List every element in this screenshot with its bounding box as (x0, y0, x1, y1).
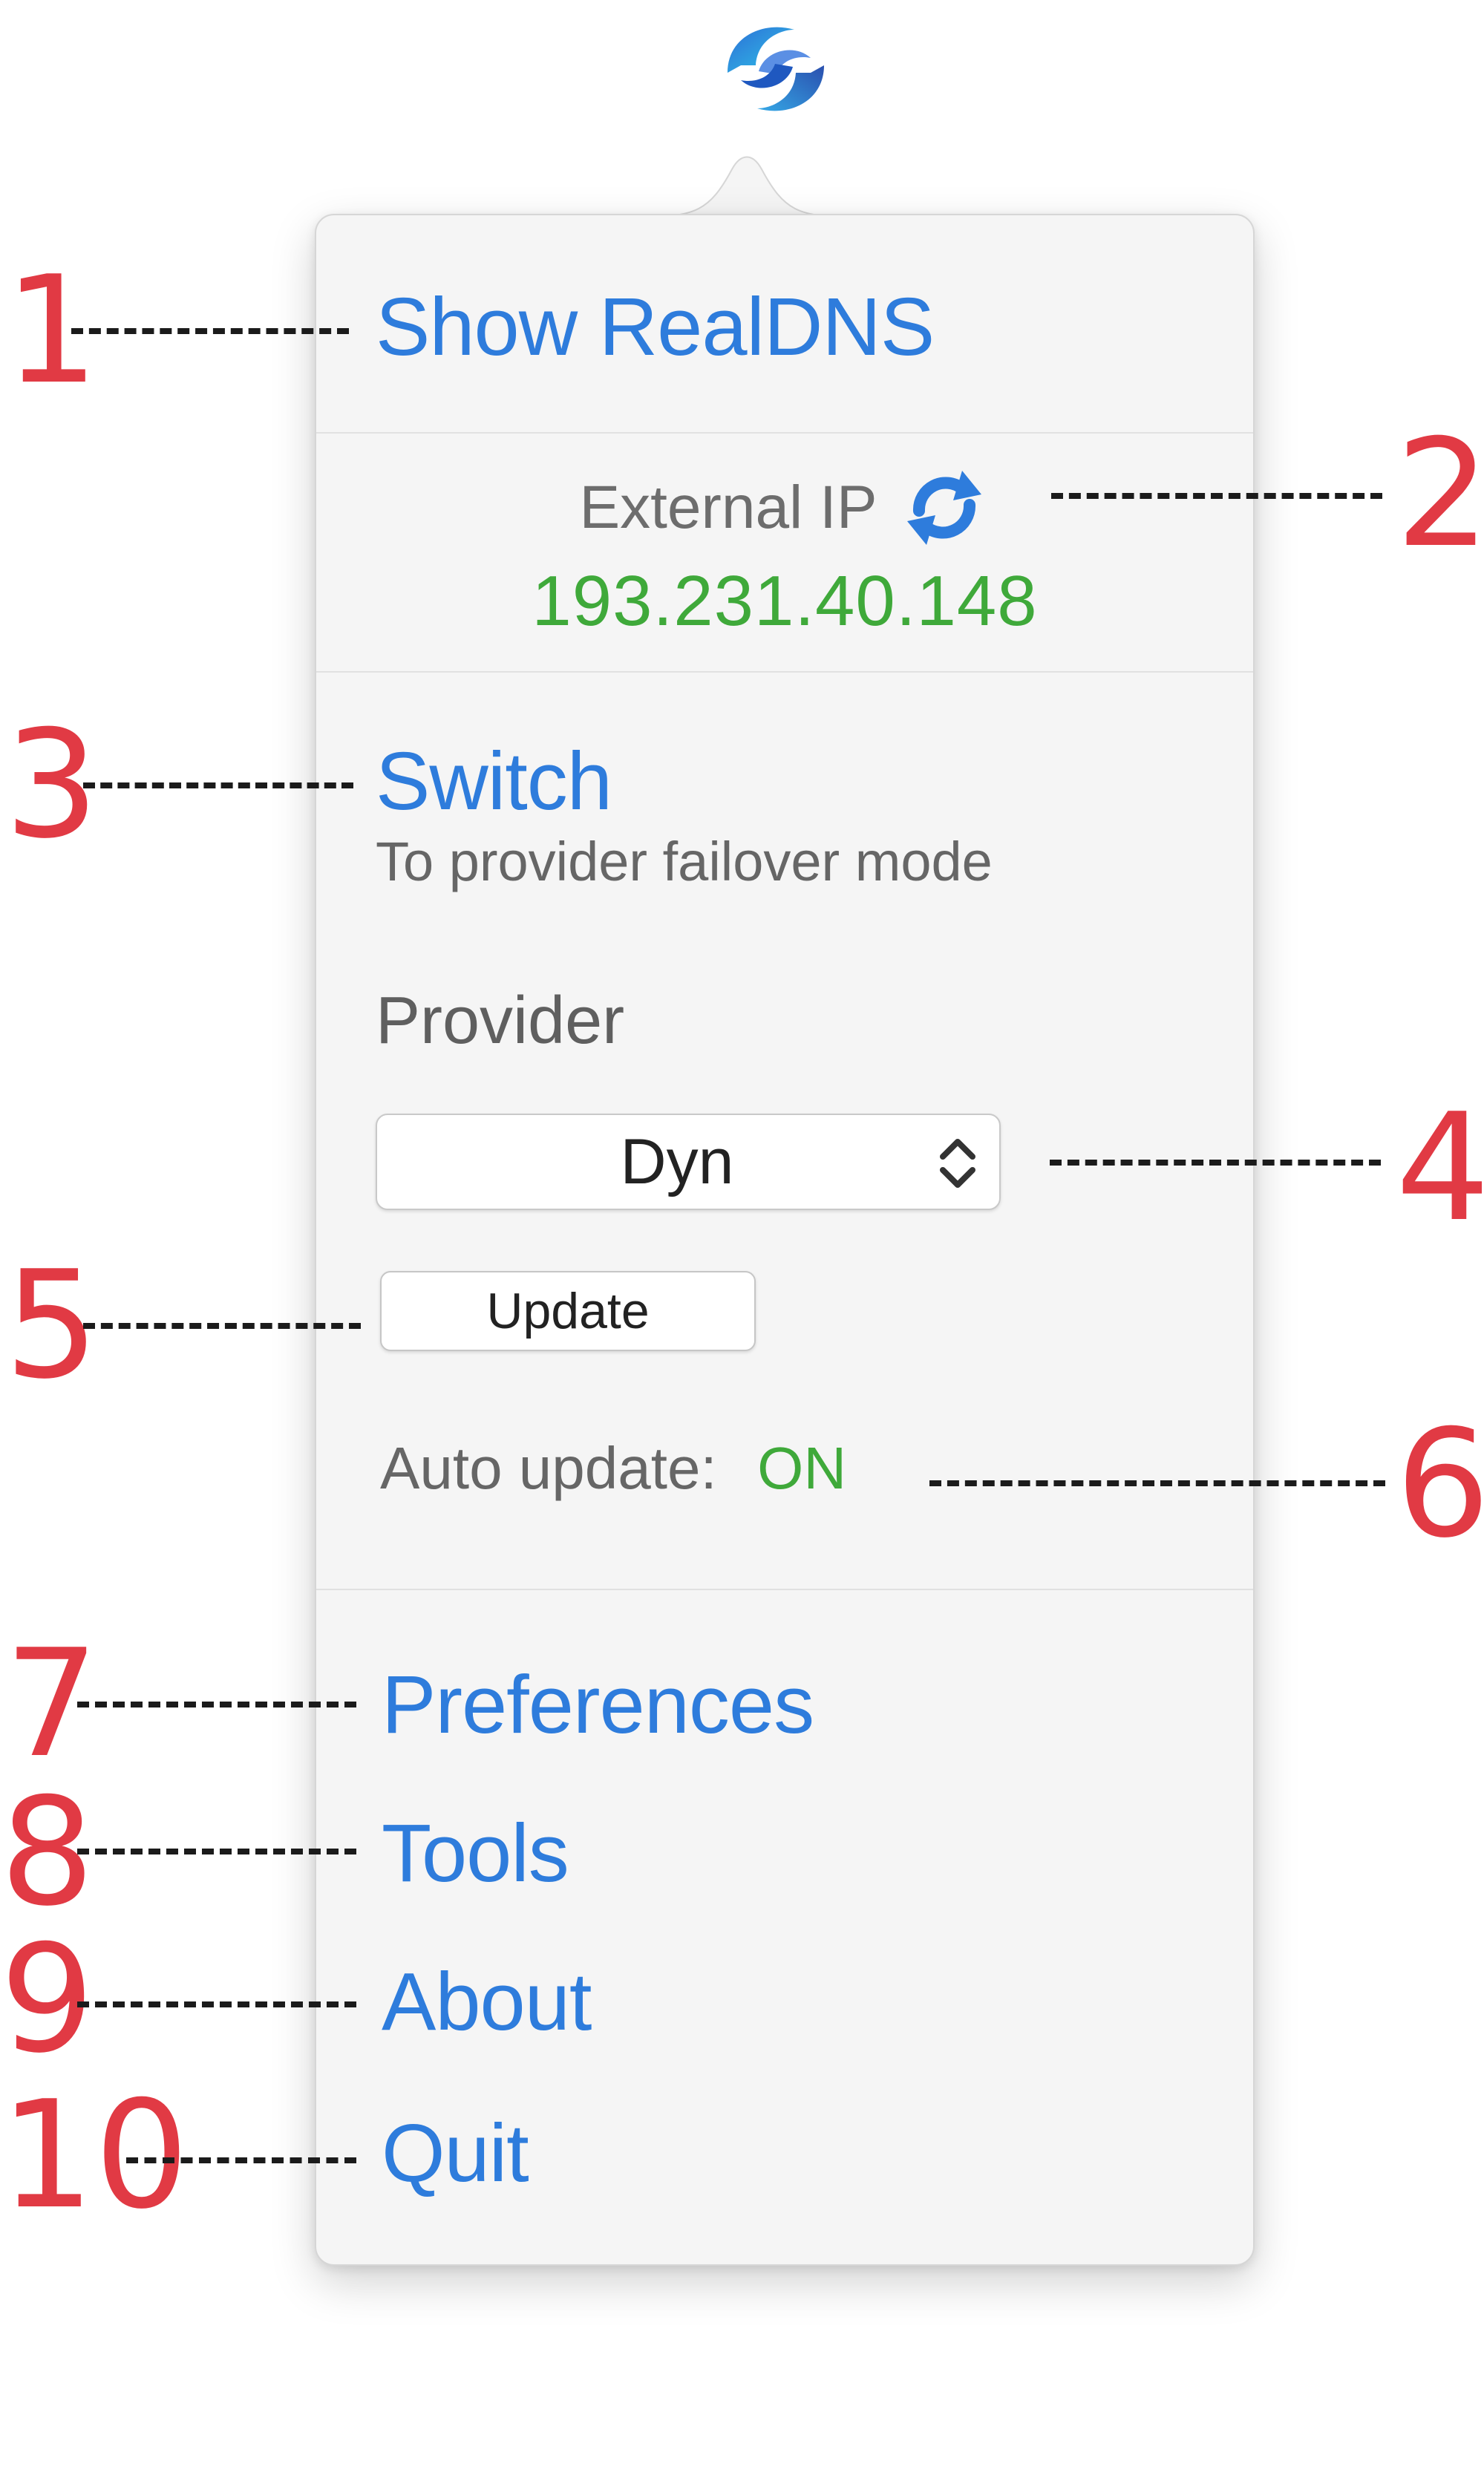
callout-2: 2 (1396, 408, 1484, 581)
callout-leader (77, 1849, 356, 1854)
callout-leader (83, 782, 353, 788)
divider (316, 1589, 1253, 1590)
callout-4: 4 (1396, 1082, 1484, 1255)
callout-6: 6 (1396, 1398, 1484, 1571)
provider-selected-value: Dyn (620, 1126, 734, 1197)
callout-leader (71, 328, 349, 334)
provider-label: Provider (376, 984, 625, 1058)
callout-9: 9 (0, 1913, 95, 2086)
tools-link[interactable]: Tools (382, 1813, 569, 1895)
refresh-icon[interactable] (898, 466, 990, 549)
auto-update-label: Auto update: (380, 1435, 717, 1501)
callout-leader (83, 1323, 361, 1329)
callout-leader (77, 1702, 356, 1707)
callout-leader (77, 2001, 356, 2007)
callout-leader (126, 2157, 356, 2163)
callout-leader (1051, 493, 1382, 499)
callout-leader (929, 1480, 1385, 1486)
external-ip-value: 193.231.40.148 (532, 561, 1038, 641)
callout-10: 10 (0, 2069, 189, 2242)
preferences-link[interactable]: Preferences (382, 1664, 814, 1746)
chevron-up-down-icon (940, 1139, 975, 1188)
update-button[interactable]: Update (380, 1271, 756, 1351)
about-link[interactable]: About (382, 1961, 592, 2043)
divider (316, 432, 1253, 434)
provider-select[interactable]: Dyn (376, 1114, 1001, 1210)
realdns-logo-icon[interactable] (713, 13, 839, 125)
popover-pointer (643, 156, 851, 217)
quit-link[interactable]: Quit (382, 2113, 529, 2194)
callout-leader (1050, 1160, 1381, 1166)
auto-update-status[interactable]: Auto update: ON (380, 1439, 846, 1498)
auto-update-value[interactable]: ON (757, 1435, 846, 1501)
external-ip-label: External IP (579, 474, 877, 541)
external-ip-header: External IP (316, 466, 1253, 549)
show-realdns-link[interactable]: Show RealDNS (376, 287, 935, 368)
status-menu-popover: Show RealDNS External IP 193.231.40.148 … (315, 214, 1255, 2266)
divider (316, 671, 1253, 673)
switch-link[interactable]: Switch (376, 741, 612, 823)
switch-subtitle: To provider failover mode (376, 831, 993, 892)
